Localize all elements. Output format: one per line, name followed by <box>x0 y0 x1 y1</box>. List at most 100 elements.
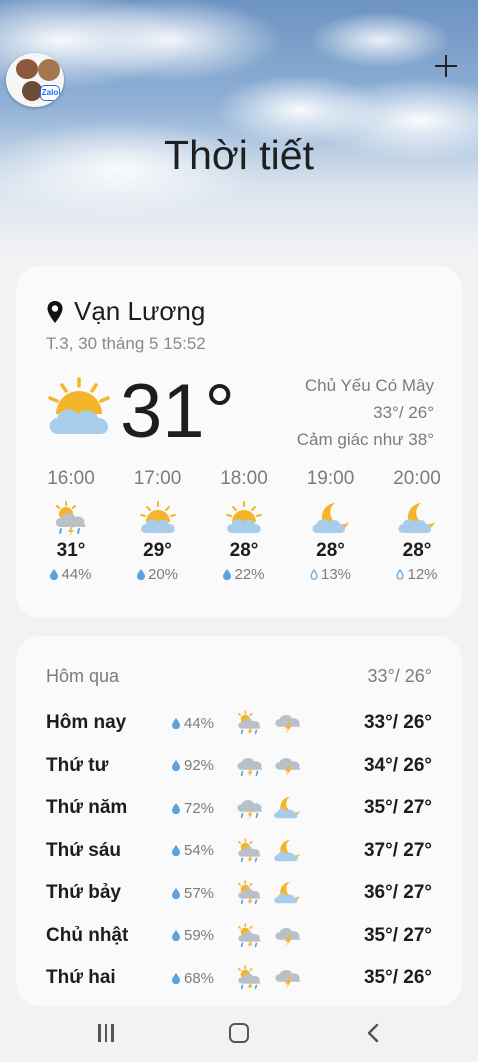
hourly-item: 18:00 28° 22% <box>205 468 283 583</box>
partly-cloudy-icon <box>48 377 110 434</box>
hour-time: 20:00 <box>393 468 441 489</box>
current-datetime: T.3, 30 tháng 5 15:52 <box>46 334 206 353</box>
sun-cloud-rain-thunder-icon <box>237 880 261 906</box>
hour-temp: 28° <box>229 540 259 561</box>
day-name: Thứ hai <box>46 967 116 989</box>
feels-like-text: Cảm giác như 38° <box>296 430 434 449</box>
hourly-forecast[interactable]: 16:00 31° 44% 17:00 29° 20% 18:00 28° 22… <box>32 468 456 583</box>
hourly-item: 19:00 28° 13% <box>292 468 370 583</box>
day-humidity: 68% <box>172 970 234 987</box>
yesterday-temps: 33°/ 26° <box>367 666 432 686</box>
hourly-item: 17:00 29° 20% <box>119 468 197 583</box>
cloud-rain-thunder-icon <box>237 757 263 777</box>
hour-humidity: 44% <box>32 566 110 583</box>
hour-humidity: 20% <box>119 566 197 583</box>
daily-list: Hôm nay 44% 33°/ 26° Thứ tư 92% 34°/ 26° Thứ n… <box>46 702 432 1000</box>
cloud-thunder-icon <box>275 715 301 734</box>
current-weather-card[interactable]: Vạn Lương T.3, 30 tháng 5 15:52 31° Chủ … <box>16 266 462 618</box>
moon-cloud-icon <box>312 503 349 533</box>
partly-cloudy-icon <box>226 501 262 533</box>
add-location-button[interactable] <box>432 52 460 80</box>
day-humidity: 59% <box>172 927 234 944</box>
hourly-item: 20:00 28° 12% <box>378 468 456 583</box>
hour-temp: 28° <box>316 540 345 561</box>
day-temps: 35°/ 27° <box>363 924 432 946</box>
current-temperature: 31° <box>120 369 235 454</box>
day-temps: 36°/ 27° <box>363 882 432 904</box>
chat-bubble-avatar[interactable]: Zalo <box>6 53 64 107</box>
day-name: Thứ năm <box>46 797 128 819</box>
day-humidity: 44% <box>172 715 234 732</box>
raindrop-outline-icon <box>396 569 405 580</box>
home-icon[interactable] <box>229 1023 249 1043</box>
back-icon[interactable] <box>366 1023 380 1043</box>
location-name: Vạn Lương <box>74 296 206 326</box>
cloud-thunder-icon <box>275 757 301 776</box>
day-temps: 37°/ 27° <box>363 839 432 861</box>
raindrop-icon <box>136 569 145 580</box>
condition-text: Chủ Yếu Có Mây <box>304 376 434 395</box>
location-row: Vạn Lương <box>46 296 205 327</box>
day-temps: 33°/ 26° <box>363 712 432 734</box>
daily-row: Thứ sáu 54% 37°/ 27° <box>46 830 432 873</box>
day-name: Thứ sáu <box>46 839 121 861</box>
day-name: Hôm nay <box>46 712 127 734</box>
daily-row: Thứ tư 92% 34°/ 26° <box>46 745 432 788</box>
day-name: Thứ bảy <box>46 882 121 904</box>
daily-row: Thứ năm 72% 35°/ 27° <box>46 787 432 830</box>
hour-humidity: 13% <box>292 566 370 583</box>
raindrop-icon <box>223 569 232 580</box>
raindrop-icon <box>172 760 180 772</box>
sun-cloud-rain-thunder-icon <box>237 710 261 736</box>
daily-row: Chủ nhật 59% 35°/ 27° <box>46 915 432 958</box>
partly-cloudy-icon <box>139 501 176 533</box>
system-navbar <box>0 1006 478 1062</box>
zalo-badge-icon: Zalo <box>40 85 60 101</box>
day-humidity: 72% <box>172 800 234 817</box>
raindrop-icon <box>172 845 180 857</box>
moon-cloud-icon <box>398 503 435 533</box>
hour-temp: 29° <box>143 540 172 561</box>
raindrop-icon <box>172 802 180 814</box>
day-humidity: 92% <box>172 757 234 774</box>
avatar-photo-3 <box>22 81 42 101</box>
hour-temp: 28° <box>402 540 432 561</box>
sun-cloud-rain-thunder-icon <box>237 837 261 863</box>
raindrop-icon <box>172 717 180 729</box>
daily-row: Hôm nay 44% 33°/ 26° <box>46 702 432 745</box>
day-temps: 34°/ 26° <box>363 754 432 776</box>
moon-cloud-icon <box>274 797 300 819</box>
day-temps: 35°/ 27° <box>363 797 432 819</box>
avatar-photo-1 <box>16 59 38 79</box>
hour-time: 17:00 <box>133 468 182 489</box>
yesterday-row: Hôm qua 33°/ 26° <box>46 666 432 687</box>
hour-humidity: 12% <box>378 566 456 583</box>
cloud-rain-thunder-icon <box>237 800 263 820</box>
raindrop-outline-icon <box>310 569 318 580</box>
hourly-item: 16:00 31° 44% <box>32 468 110 583</box>
high-low-text: 33°/ 26° <box>373 403 434 422</box>
hour-time: 16:00 <box>47 468 95 489</box>
hour-time: 19:00 <box>306 468 355 489</box>
day-name: Chủ nhật <box>46 924 129 946</box>
raindrop-icon <box>50 569 59 580</box>
day-temps: 35°/ 26° <box>363 967 432 989</box>
cloud-thunder-icon <box>275 970 301 989</box>
daily-row: Thứ hai 68% 35°/ 26° <box>46 957 432 1000</box>
yesterday-label: Hôm qua <box>46 666 120 686</box>
page-title: Thời tiết <box>164 132 314 178</box>
avatar-photo-2 <box>38 59 60 81</box>
cloud-thunder-icon <box>275 927 301 946</box>
day-humidity: 54% <box>172 842 234 859</box>
day-name: Thứ tư <box>46 754 109 776</box>
sun-cloud-rain-thunder-icon <box>237 922 261 948</box>
recent-apps-icon[interactable] <box>96 1024 116 1044</box>
daily-row: Thứ bảy 57% 36°/ 27° <box>46 872 432 915</box>
daily-forecast-card[interactable]: Hôm qua 33°/ 26° Hôm nay 44% 33°/ 26° Thứ t… <box>16 636 462 1006</box>
location-pin-icon <box>47 300 63 323</box>
sun-cloud-rain-thunder-icon <box>237 965 261 991</box>
sun-cloud-rain-thunder-icon <box>55 501 86 536</box>
moon-cloud-icon <box>274 882 300 904</box>
moon-cloud-icon <box>274 839 300 861</box>
hour-time: 18:00 <box>220 468 268 489</box>
